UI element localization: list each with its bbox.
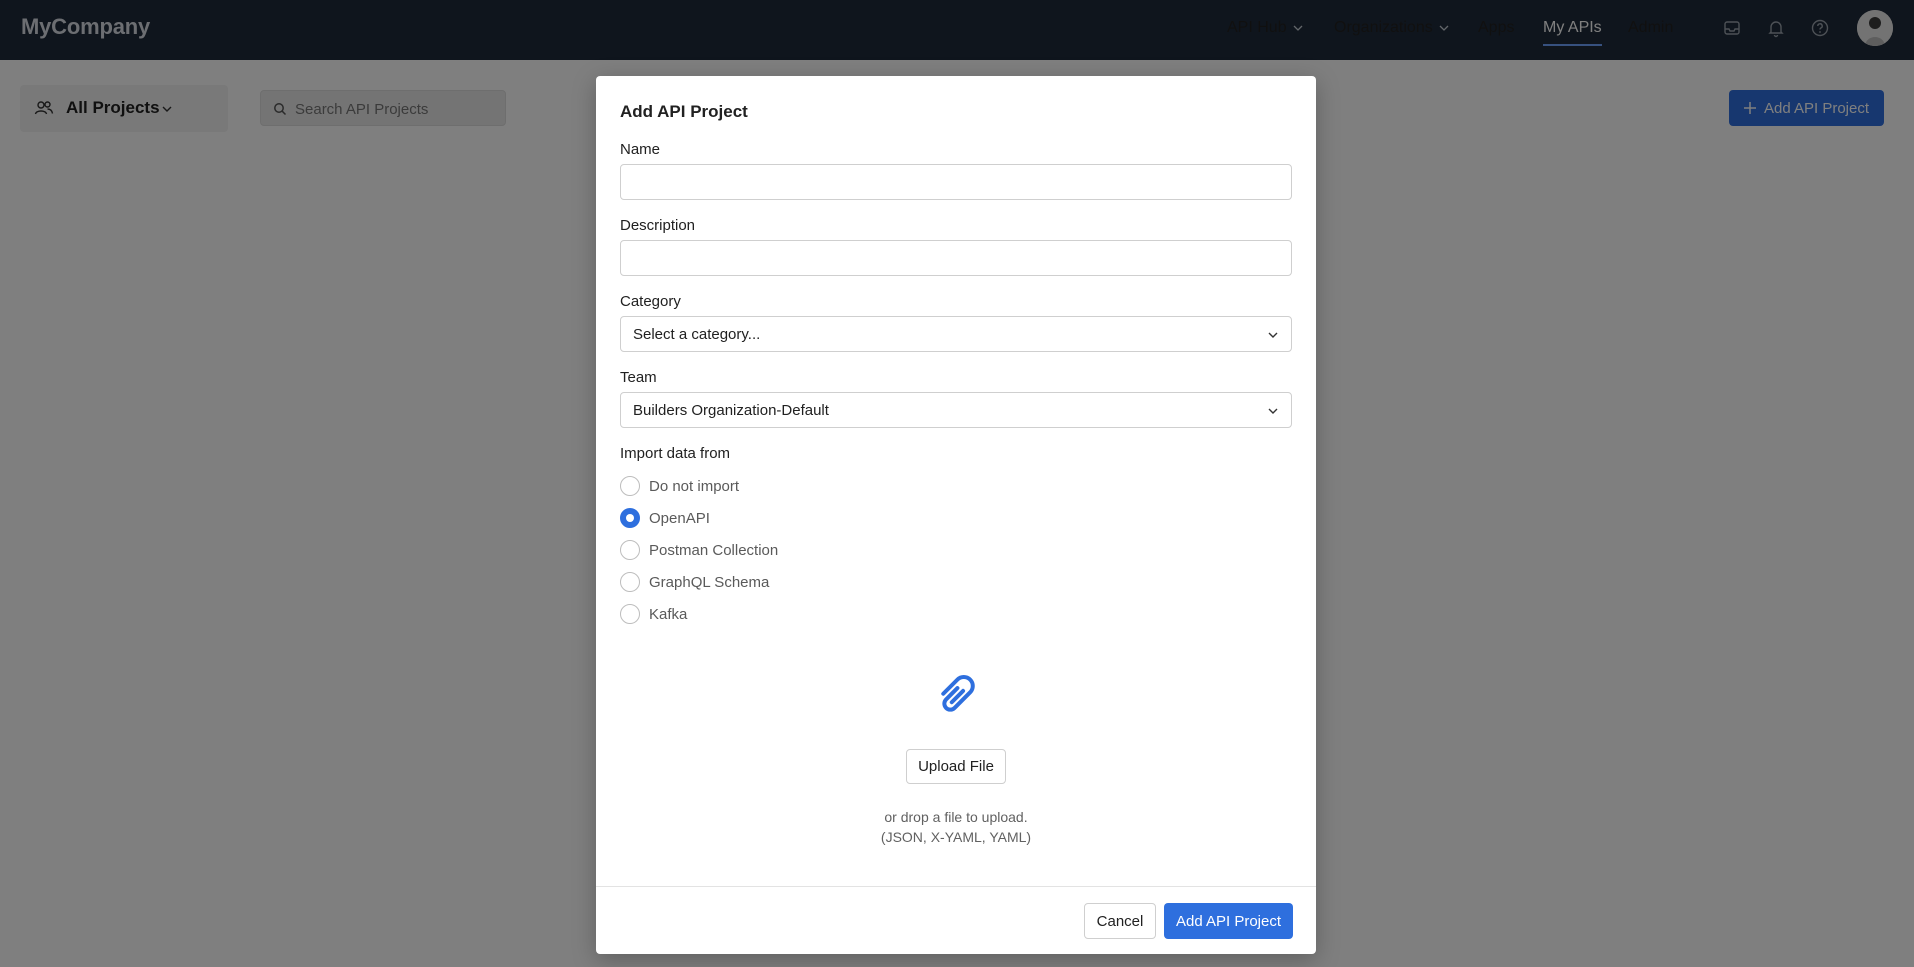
import-option-graphql-schema[interactable]: GraphQL Schema [620,571,769,593]
chevron-down-icon [1268,408,1278,414]
radio-button[interactable] [620,476,640,496]
radio-label: Kafka [649,605,688,623]
dialog-title: Add API Project [620,102,748,121]
category-select[interactable]: Select a category... [620,316,1292,352]
radio-button[interactable] [620,572,640,592]
name-label: Name [620,141,661,158]
radio-button[interactable] [620,540,640,560]
radio-label: Postman Collection [649,541,779,559]
name-input[interactable] [620,164,1292,200]
chevron-down-icon [1268,332,1278,338]
cancel-button[interactable]: Cancel [1084,903,1156,939]
upload-file-button[interactable]: Upload File [906,749,1006,784]
import-option-kafka[interactable]: Kafka [620,603,687,625]
submit-add-api-project-button[interactable]: Add API Project [1164,903,1293,939]
radio-label: GraphQL Schema [649,573,770,591]
import-option-postman-collection[interactable]: Postman Collection [620,539,778,561]
paperclip-icon [941,674,975,712]
radio-label: Do not import [649,477,740,495]
import-data-label: Import data from [620,445,731,462]
radio-label: OpenAPI [649,509,710,527]
dialog-footer-divider [596,886,1316,887]
radio-button[interactable] [620,604,640,624]
import-option-openapi[interactable]: OpenAPI [620,507,710,529]
radio-button[interactable] [620,508,640,528]
team-label: Team [620,369,657,386]
category-select-value: Select a category... [633,325,761,343]
description-label: Description [620,217,696,234]
upload-formats-text: (JSON, X-YAML, YAML) [880,829,1032,845]
import-option-do-not-import[interactable]: Do not import [620,475,739,497]
category-label: Category [620,293,681,310]
upload-hint-text: or drop a file to upload. [884,809,1028,825]
team-select[interactable]: Builders Organization-Default [620,392,1292,428]
team-select-value: Builders Organization-Default [633,401,829,419]
radio-selected-dot [626,514,634,522]
add-api-project-dialog: Add API Project Name Description Categor… [596,76,1316,954]
description-input[interactable] [620,240,1292,276]
